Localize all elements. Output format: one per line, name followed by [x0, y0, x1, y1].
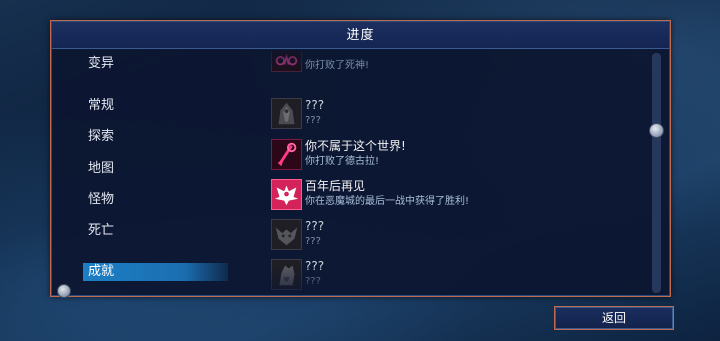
achievement-item[interactable]: ??? ???: [269, 98, 639, 134]
beast-icon: [271, 259, 302, 290]
sidebar-item-monsters[interactable]: 怪物: [83, 191, 228, 209]
achievement-list: 你打败了死神! ??? ??? 你不属于这个世界! 你打败了德古拉! 百年后再见…: [269, 51, 647, 295]
sidebar-item-mutations[interactable]: 变异: [83, 55, 228, 73]
achievement-item[interactable]: ??? ???: [269, 259, 639, 295]
vampire-icon: [271, 139, 302, 170]
scrollbar-track[interactable]: [652, 53, 661, 293]
panel-corner-knob: [57, 284, 71, 298]
panel-title: 进度: [52, 22, 669, 49]
sidebar-item-deaths[interactable]: 死亡: [83, 222, 228, 240]
progress-panel: 进度 变异 常规 探索 地图 怪物 死亡 成就 你打败了死神! ??? ???: [50, 20, 671, 297]
sidebar-item-achievements[interactable]: 成就: [83, 263, 228, 281]
achievement-title: ???: [305, 259, 325, 273]
back-button[interactable]: 返回: [554, 306, 674, 330]
achievement-desc: 你打败了德古拉!: [305, 156, 380, 167]
achievement-title: ???: [305, 219, 325, 233]
sidebar-item-exploration[interactable]: 探索: [83, 128, 228, 146]
reaper-icon: [271, 51, 302, 72]
demon-icon: [271, 219, 302, 250]
achievement-desc: ???: [305, 236, 321, 247]
achievement-item[interactable]: 你不属于这个世界! 你打败了德古拉!: [269, 139, 639, 175]
achievement-item[interactable]: 百年后再见 你在恶魔城的最后一战中获得了胜利!: [269, 179, 639, 215]
achievement-desc: 你打败了死神!: [305, 60, 370, 71]
hooded-figure-icon: [271, 98, 302, 129]
achievement-desc: ???: [305, 276, 321, 287]
achievement-item[interactable]: 你打败了死神!: [269, 51, 639, 77]
scrollbar-thumb[interactable]: [649, 123, 664, 138]
achievement-title: 百年后再见: [305, 179, 366, 193]
achievement-desc: 你在恶魔城的最后一战中获得了胜利!: [305, 196, 470, 207]
achievement-desc: ???: [305, 115, 321, 126]
achievement-title: ???: [305, 98, 325, 112]
bat-wings-icon: [271, 179, 302, 210]
achievement-title: 你不属于这个世界!: [305, 139, 406, 153]
sidebar-item-map[interactable]: 地图: [83, 160, 228, 178]
sidebar-item-general[interactable]: 常规: [83, 97, 228, 115]
achievement-item[interactable]: ??? ???: [269, 219, 639, 255]
